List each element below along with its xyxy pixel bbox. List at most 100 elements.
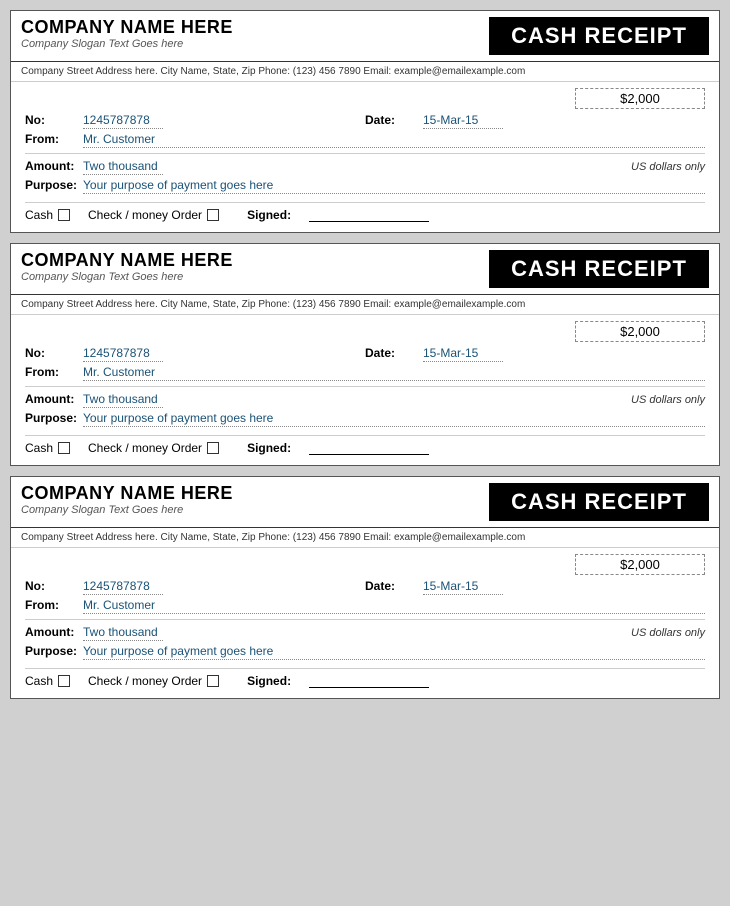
check-checkbox-2[interactable]	[207, 442, 219, 454]
date-label-3: Date:	[365, 579, 423, 593]
divider-1	[25, 153, 705, 154]
amount-box-2: $2,000	[575, 321, 705, 342]
purpose-label-2: Purpose:	[25, 411, 83, 425]
amount-box-3: $2,000	[575, 554, 705, 575]
date-section-3: Date: 15-Mar-15	[365, 579, 705, 595]
purpose-value-2: Your purpose of payment goes here	[83, 411, 705, 427]
signed-line-1[interactable]	[309, 208, 429, 222]
signed-section-3: Signed:	[247, 674, 429, 688]
purpose-label-1: Purpose:	[25, 178, 83, 192]
company-name-1: COMPANY NAME HERE	[21, 17, 479, 38]
no-section-3: No: 1245787878	[25, 579, 365, 595]
check-label-1: Check / money Order	[88, 208, 202, 222]
amount-box-1: $2,000	[575, 88, 705, 109]
us-dollars-3: US dollars only	[631, 627, 705, 639]
purpose-value-3: Your purpose of payment goes here	[83, 644, 705, 660]
amount-row-3: $2,000	[25, 554, 705, 575]
date-value-1: 15-Mar-15	[423, 113, 503, 129]
receipt-1-header: COMPANY NAME HERE Company Slogan Text Go…	[11, 11, 719, 62]
no-value-1: 1245787878	[83, 113, 163, 129]
divider-6	[25, 668, 705, 669]
from-value-3: Mr. Customer	[83, 598, 705, 614]
no-value-2: 1245787878	[83, 346, 163, 362]
date-label-1: Date:	[365, 113, 423, 127]
cash-label-3: Cash	[25, 674, 53, 688]
purpose-row-1: Purpose: Your purpose of payment goes he…	[25, 178, 705, 194]
check-checkbox-1[interactable]	[207, 209, 219, 221]
check-label-3: Check / money Order	[88, 674, 202, 688]
from-row-2: From: Mr. Customer	[25, 365, 705, 381]
cash-checkbox-2[interactable]	[58, 442, 70, 454]
no-date-row-1: No: 1245787878 Date: 15-Mar-15	[25, 113, 705, 129]
amount-text-row-3: Amount: Two thousand US dollars only	[25, 625, 705, 641]
receipt-title-box-3: CASH RECEIPT	[489, 483, 709, 521]
purpose-row-2: Purpose: Your purpose of payment goes he…	[25, 411, 705, 427]
cash-label-1: Cash	[25, 208, 53, 222]
from-label-2: From:	[25, 365, 83, 379]
date-label-2: Date:	[365, 346, 423, 360]
company-info-2: COMPANY NAME HERE Company Slogan Text Go…	[21, 250, 479, 288]
no-label-1: No:	[25, 113, 83, 127]
check-label-2: Check / money Order	[88, 441, 202, 455]
date-value-2: 15-Mar-15	[423, 346, 503, 362]
from-label-1: From:	[25, 132, 83, 146]
company-name-2: COMPANY NAME HERE	[21, 250, 479, 271]
receipt-body-3: $2,000 No: 1245787878 Date: 15-Mar-15 Fr…	[11, 548, 719, 698]
company-info-1: COMPANY NAME HERE Company Slogan Text Go…	[21, 17, 479, 55]
cash-item-2: Cash	[25, 441, 70, 455]
divider-4	[25, 435, 705, 436]
receipt-body-1: $2,000 No: 1245787878 Date: 15-Mar-15 Fr…	[11, 82, 719, 232]
cash-item-3: Cash	[25, 674, 70, 688]
date-section-2: Date: 15-Mar-15	[365, 346, 705, 362]
company-info-3: COMPANY NAME HERE Company Slogan Text Go…	[21, 483, 479, 521]
address-bar-1: Company Street Address here. City Name, …	[11, 62, 719, 82]
receipt-title-box-1: CASH RECEIPT	[489, 17, 709, 55]
company-slogan-1: Company Slogan Text Goes here	[21, 38, 479, 50]
check-item-1: Check / money Order	[88, 208, 219, 222]
from-value-1: Mr. Customer	[83, 132, 705, 148]
receipt-2: COMPANY NAME HERE Company Slogan Text Go…	[10, 243, 720, 466]
signed-line-2[interactable]	[309, 441, 429, 455]
amount-row-2: $2,000	[25, 321, 705, 342]
no-label-2: No:	[25, 346, 83, 360]
no-date-row-3: No: 1245787878 Date: 15-Mar-15	[25, 579, 705, 595]
purpose-label-3: Purpose:	[25, 644, 83, 658]
receipt-title-3: CASH RECEIPT	[511, 489, 687, 515]
from-value-2: Mr. Customer	[83, 365, 705, 381]
receipt-3: COMPANY NAME HERE Company Slogan Text Go…	[10, 476, 720, 699]
date-value-3: 15-Mar-15	[423, 579, 503, 595]
payment-row-3: Cash Check / money Order Signed:	[25, 674, 705, 688]
date-section-1: Date: 15-Mar-15	[365, 113, 705, 129]
company-slogan-2: Company Slogan Text Goes here	[21, 271, 479, 283]
amount-text-value-2: Two thousand	[83, 392, 163, 408]
receipt-2-header: COMPANY NAME HERE Company Slogan Text Go…	[11, 244, 719, 295]
check-checkbox-3[interactable]	[207, 675, 219, 687]
address-bar-3: Company Street Address here. City Name, …	[11, 528, 719, 548]
receipt-title-box-2: CASH RECEIPT	[489, 250, 709, 288]
receipt-title-1: CASH RECEIPT	[511, 23, 687, 49]
divider-3	[25, 386, 705, 387]
signed-label-2: Signed:	[247, 441, 305, 455]
address-bar-2: Company Street Address here. City Name, …	[11, 295, 719, 315]
from-label-3: From:	[25, 598, 83, 612]
amount-text-row-1: Amount: Two thousand US dollars only	[25, 159, 705, 175]
check-item-2: Check / money Order	[88, 441, 219, 455]
cash-checkbox-3[interactable]	[58, 675, 70, 687]
from-row-3: From: Mr. Customer	[25, 598, 705, 614]
receipt-body-2: $2,000 No: 1245787878 Date: 15-Mar-15 Fr…	[11, 315, 719, 465]
receipt-3-header: COMPANY NAME HERE Company Slogan Text Go…	[11, 477, 719, 528]
signed-line-3[interactable]	[309, 674, 429, 688]
from-row-1: From: Mr. Customer	[25, 132, 705, 148]
receipt-list: COMPANY NAME HERE Company Slogan Text Go…	[10, 10, 720, 699]
amount-text-row-2: Amount: Two thousand US dollars only	[25, 392, 705, 408]
no-section-1: No: 1245787878	[25, 113, 365, 129]
amount-text-value-3: Two thousand	[83, 625, 163, 641]
us-dollars-2: US dollars only	[631, 394, 705, 406]
receipt-1: COMPANY NAME HERE Company Slogan Text Go…	[10, 10, 720, 233]
purpose-row-3: Purpose: Your purpose of payment goes he…	[25, 644, 705, 660]
cash-checkbox-1[interactable]	[58, 209, 70, 221]
payment-row-2: Cash Check / money Order Signed:	[25, 441, 705, 455]
amount-label-1: Amount:	[25, 159, 83, 173]
no-value-3: 1245787878	[83, 579, 163, 595]
signed-label-1: Signed:	[247, 208, 305, 222]
